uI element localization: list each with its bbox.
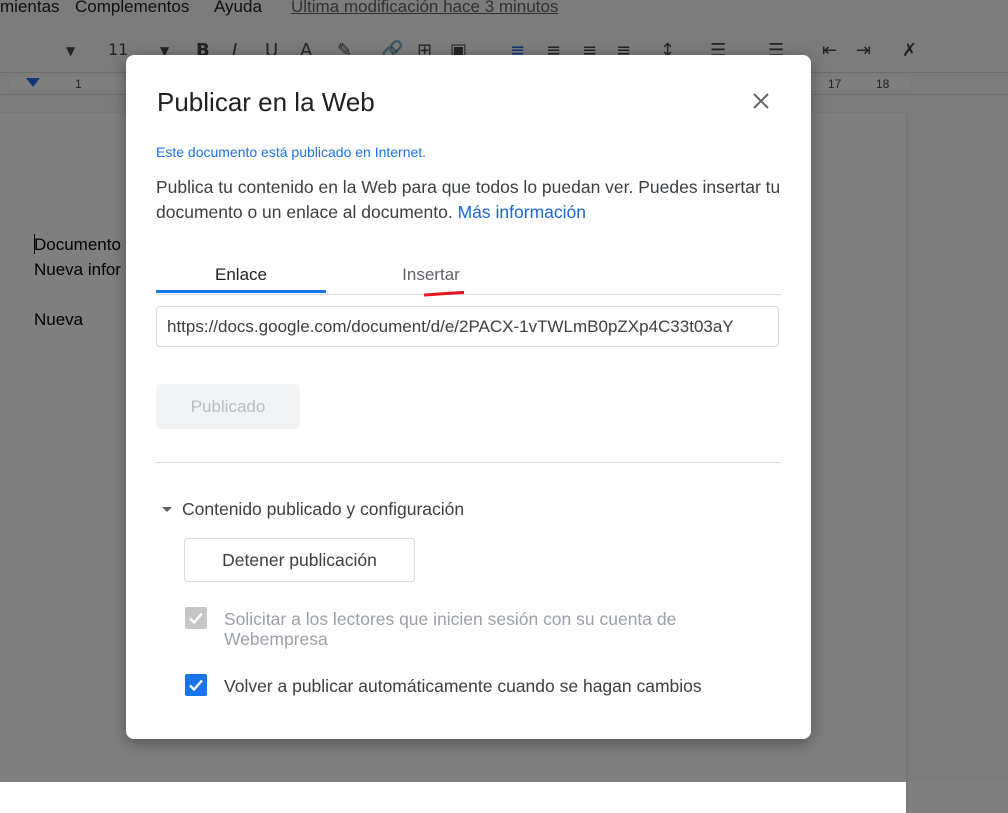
- active-tab-indicator: [156, 290, 326, 293]
- require-signin-checkbox[interactable]: [185, 607, 207, 629]
- section-title: Contenido publicado y configuración: [182, 499, 465, 519]
- close-button[interactable]: [745, 85, 777, 117]
- tab-insertar[interactable]: Insertar: [366, 265, 496, 285]
- checkmark-icon: [189, 612, 203, 625]
- more-info-link[interactable]: Más información: [458, 202, 586, 222]
- tab-enlace[interactable]: Enlace: [156, 265, 326, 285]
- checkmark-icon: [189, 679, 203, 692]
- auto-republish-checkbox[interactable]: [185, 674, 207, 696]
- close-icon: [753, 93, 769, 109]
- publish-tabs: Enlace Insertar: [156, 258, 781, 297]
- published-button[interactable]: Publicado: [156, 384, 300, 429]
- dialog-title: Publicar en la Web: [157, 87, 375, 117]
- publish-to-web-dialog: Publicar en la Web Este documento está p…: [126, 55, 811, 739]
- section-divider: [156, 462, 780, 463]
- collapse-triangle-icon: [162, 507, 172, 512]
- published-url-field[interactable]: [156, 306, 779, 347]
- require-signin-label: Solicitar a los lectores que inicien ses…: [224, 609, 677, 649]
- stop-publishing-button[interactable]: Detener publicación: [184, 538, 415, 582]
- published-settings-toggle[interactable]: Contenido publicado y configuración: [162, 499, 464, 520]
- dialog-description: Publica tu contenido en la Web para que …: [156, 175, 781, 225]
- red-underline-annotation: [424, 291, 464, 297]
- auto-republish-label[interactable]: Volver a publicar automáticamente cuando…: [224, 676, 702, 696]
- published-status-note: Este documento está publicado en Interne…: [156, 144, 427, 160]
